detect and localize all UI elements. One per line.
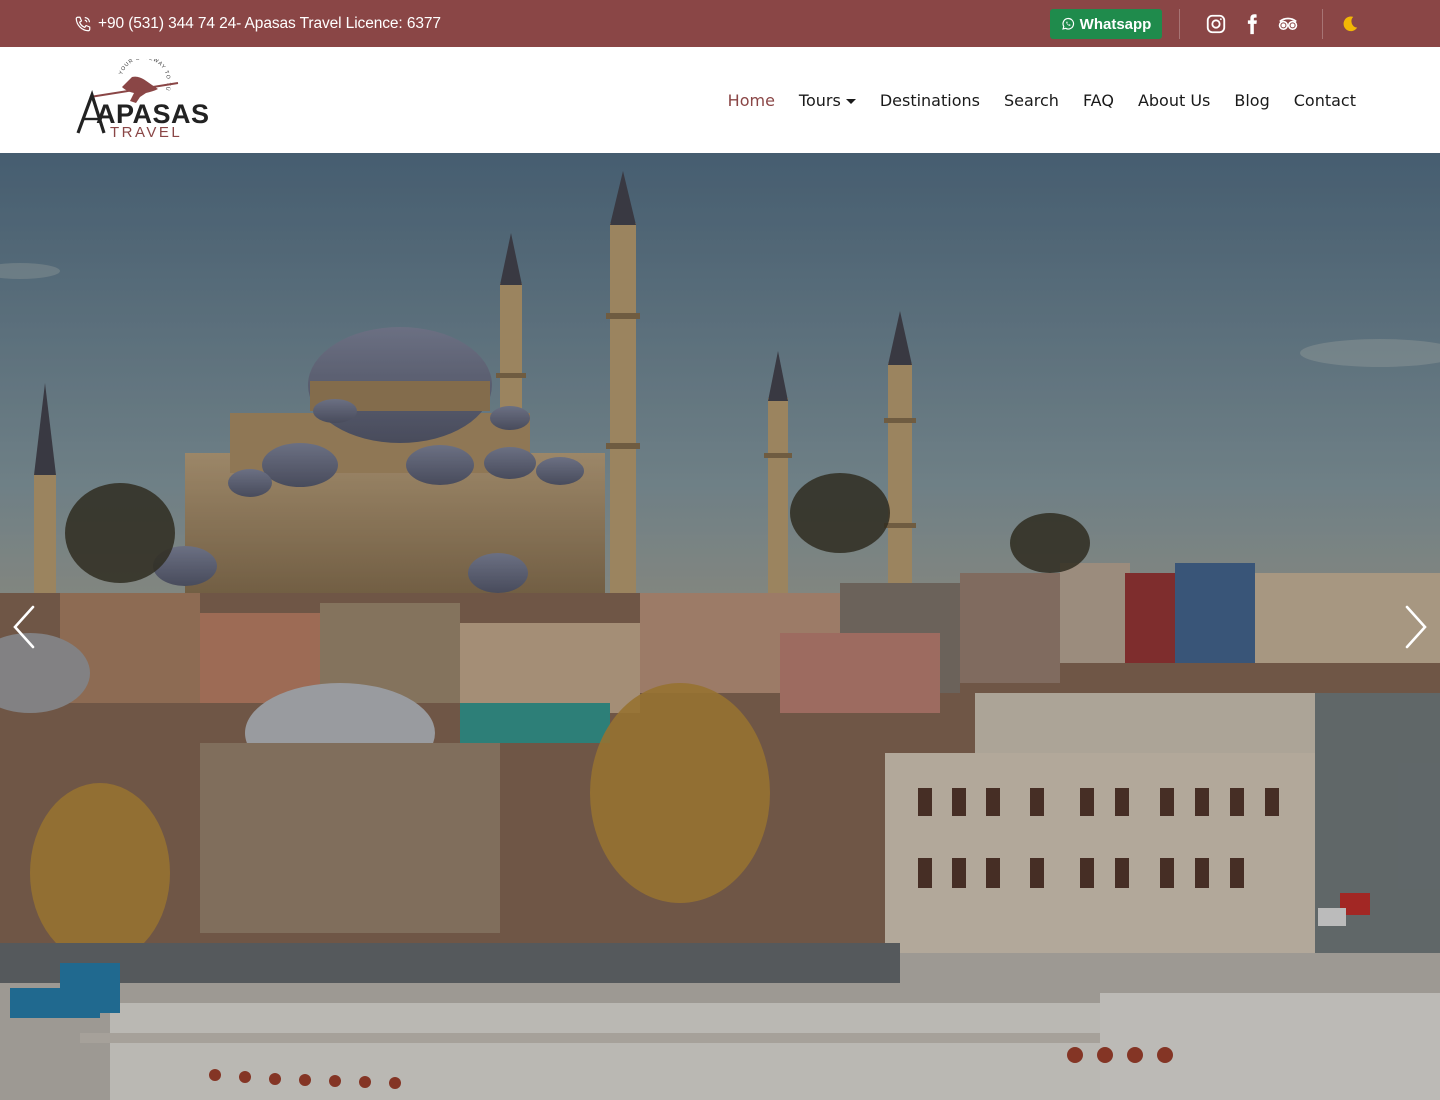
facebook-icon: [1247, 14, 1257, 35]
instagram-icon: [1206, 14, 1226, 34]
moon-icon: [1343, 16, 1358, 32]
theme-toggle[interactable]: [1338, 12, 1362, 36]
top-bar: +90 (531) 344 74 24- Apasas Travel Licen…: [0, 0, 1440, 47]
facebook-link[interactable]: [1240, 12, 1264, 36]
logo-sub-text: TRAVEL: [110, 124, 183, 141]
hero-overlay: [0, 153, 1440, 1100]
nav-tours[interactable]: Tours: [799, 91, 856, 110]
nav-home[interactable]: Home: [728, 91, 775, 110]
tripadvisor-link[interactable]: [1276, 12, 1300, 36]
topbar-divider: [1322, 9, 1323, 39]
nav-search[interactable]: Search: [1004, 91, 1059, 110]
whatsapp-label: Whatsapp: [1079, 15, 1152, 33]
site-header: YOUR GATEWAY TO TÜRKIYE APASAS TRAVEL Ho…: [0, 47, 1440, 153]
nav-contact[interactable]: Contact: [1294, 91, 1356, 110]
chevron-left-icon: [13, 605, 35, 649]
nav-search-label: Search: [1003, 90, 1059, 110]
main-nav: Home Tours Destinations Search FAQ About…: [728, 47, 1356, 153]
nav-home-label: Home: [727, 90, 775, 110]
nav-tours-label: Tours: [798, 90, 841, 110]
slider-prev-button[interactable]: [9, 603, 39, 651]
nav-blog-label: Blog: [1234, 90, 1270, 110]
site-logo[interactable]: YOUR GATEWAY TO TÜRKIYE APASAS TRAVEL: [70, 59, 209, 141]
nav-destinations-label: Destinations: [879, 90, 980, 110]
topbar-divider: [1179, 9, 1180, 39]
contact-info[interactable]: +90 (531) 344 74 24- Apasas Travel Licen…: [74, 0, 441, 47]
nav-faq[interactable]: FAQ: [1083, 91, 1114, 110]
slider-next-button[interactable]: [1401, 603, 1431, 651]
tripadvisor-icon: [1278, 17, 1298, 31]
contact-text: +90 (531) 344 74 24- Apasas Travel Licen…: [98, 14, 441, 32]
hero-slider: [0, 153, 1440, 1100]
nav-contact-label: Contact: [1293, 90, 1356, 110]
chevron-right-icon: [1405, 605, 1427, 649]
instagram-link[interactable]: [1204, 12, 1228, 36]
whatsapp-icon: [1061, 17, 1074, 30]
whatsapp-button[interactable]: Whatsapp: [1050, 9, 1162, 39]
nav-blog[interactable]: Blog: [1234, 91, 1269, 110]
nav-destinations[interactable]: Destinations: [880, 91, 980, 110]
phone-icon: [74, 15, 92, 33]
nav-about-us[interactable]: About Us: [1138, 91, 1210, 110]
caret-down-icon: [845, 98, 856, 104]
nav-faq-label: FAQ: [1082, 90, 1114, 110]
nav-about-us-label: About Us: [1137, 90, 1211, 110]
